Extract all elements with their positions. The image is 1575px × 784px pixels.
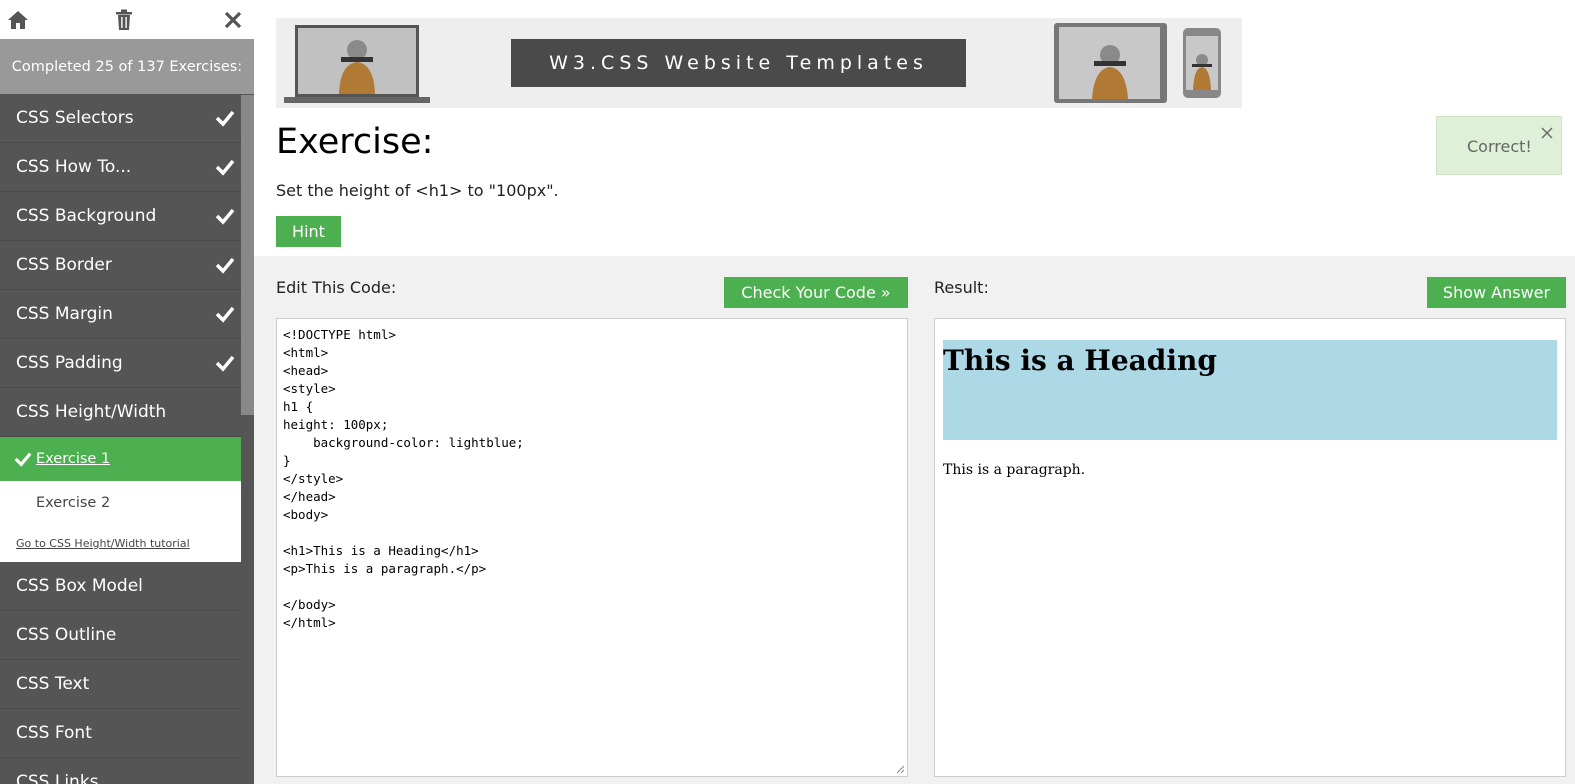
code-editor[interactable]: <!DOCTYPE html> <html> <head> <style> h1… bbox=[276, 318, 908, 777]
sidebar-item-label: CSS Background bbox=[16, 206, 157, 226]
progress-text: Completed 25 of 137 Exercises: bbox=[0, 39, 254, 94]
show-answer-button[interactable]: Show Answer bbox=[1427, 277, 1566, 308]
result-heading-block: This is a Heading bbox=[943, 340, 1557, 440]
sidebar-item-label: CSS Box Model bbox=[16, 576, 143, 596]
check-icon bbox=[215, 306, 235, 323]
sidebar-item-label: CSS Padding bbox=[16, 353, 123, 373]
sidebar-item-css-font[interactable]: CSS Font bbox=[0, 709, 241, 758]
sidebar-item-css-links[interactable]: CSS Links bbox=[0, 758, 241, 784]
result-heading: This is a Heading bbox=[943, 344, 1217, 377]
sidebar-item-css-selectors[interactable]: CSS Selectors bbox=[0, 94, 241, 143]
toast-message: Correct! bbox=[1467, 137, 1532, 156]
sidebar-item-label: CSS Selectors bbox=[16, 108, 134, 128]
close-icon[interactable] bbox=[220, 7, 246, 33]
hint-button[interactable]: Hint bbox=[276, 216, 341, 247]
check-icon bbox=[215, 110, 235, 127]
sidebar: Completed 25 of 137 Exercises: CSS Selec… bbox=[0, 0, 254, 784]
sidebar-item-css-background[interactable]: CSS Background bbox=[0, 192, 241, 241]
check-code-button[interactable]: Check Your Code » bbox=[724, 277, 908, 308]
sidebar-item-css-how-to[interactable]: CSS How To... bbox=[0, 143, 241, 192]
result-label: Result: bbox=[934, 278, 989, 297]
exercise-label: Exercise 1 bbox=[36, 451, 111, 467]
check-icon bbox=[215, 159, 235, 176]
check-icon bbox=[215, 355, 235, 372]
check-icon bbox=[215, 257, 235, 274]
exercise-title: Exercise: bbox=[276, 122, 434, 162]
sidebar-item-css-text[interactable]: CSS Text bbox=[0, 660, 241, 709]
sidebar-item-label: CSS Text bbox=[16, 674, 90, 694]
result-frame: This is a Heading This is a paragraph. bbox=[934, 318, 1566, 777]
sidebar-item-label: CSS Outline bbox=[16, 625, 117, 645]
exercise-label: Exercise 2 bbox=[36, 495, 111, 511]
laptop-image bbox=[284, 25, 430, 103]
sidebar-item-css-padding[interactable]: CSS Padding bbox=[0, 339, 241, 388]
trash-icon[interactable] bbox=[111, 7, 137, 33]
sidebar-item-css-height-width[interactable]: CSS Height/Width bbox=[0, 388, 241, 437]
exercise-description: Set the height of <h1> to "100px". bbox=[276, 181, 559, 200]
sidebar-toolbar bbox=[0, 0, 254, 39]
close-icon[interactable] bbox=[1541, 127, 1553, 139]
tutorial-link[interactable]: Go to CSS Height/Width tutorial bbox=[0, 525, 241, 562]
banner-title: W3.CSS Website Templates bbox=[511, 39, 966, 87]
phone-image bbox=[1183, 28, 1221, 98]
sidebar-exercise-1[interactable]: Exercise 1 bbox=[0, 437, 241, 481]
sidebar-item-css-border[interactable]: CSS Border bbox=[0, 241, 241, 290]
sidebar-item-label: CSS Font bbox=[16, 723, 92, 743]
sidebar-scrollbar[interactable] bbox=[241, 95, 254, 415]
sidebar-list: CSS Selectors CSS How To... CSS Backgrou… bbox=[0, 94, 254, 784]
sidebar-item-label: CSS Border bbox=[16, 255, 112, 275]
sidebar-item-label: CSS How To... bbox=[16, 157, 132, 177]
result-paragraph: This is a paragraph. bbox=[943, 462, 1086, 478]
sidebar-item-css-outline[interactable]: CSS Outline bbox=[0, 611, 241, 660]
sidebar-item-css-margin[interactable]: CSS Margin bbox=[0, 290, 241, 339]
sidebar-exercise-2[interactable]: Exercise 2 bbox=[0, 481, 241, 525]
sidebar-submenu: Exercise 1 Exercise 2 Go to CSS Height/W… bbox=[0, 437, 241, 562]
tablet-image bbox=[1054, 23, 1167, 103]
home-icon[interactable] bbox=[5, 7, 31, 33]
sidebar-item-label: CSS Height/Width bbox=[16, 402, 167, 422]
correct-toast: Correct! bbox=[1436, 116, 1562, 175]
editor-code: <!DOCTYPE html> <html> <head> <style> h1… bbox=[283, 327, 524, 630]
sidebar-item-label: CSS Margin bbox=[16, 304, 113, 324]
check-icon bbox=[14, 452, 32, 467]
check-icon bbox=[215, 208, 235, 225]
sidebar-item-css-box-model[interactable]: CSS Box Model bbox=[0, 562, 241, 611]
resize-handle-icon[interactable] bbox=[896, 765, 905, 774]
sidebar-item-label: CSS Links bbox=[16, 772, 99, 784]
editor-label: Edit This Code: bbox=[276, 278, 397, 297]
templates-banner[interactable]: W3.CSS Website Templates bbox=[276, 18, 1242, 108]
